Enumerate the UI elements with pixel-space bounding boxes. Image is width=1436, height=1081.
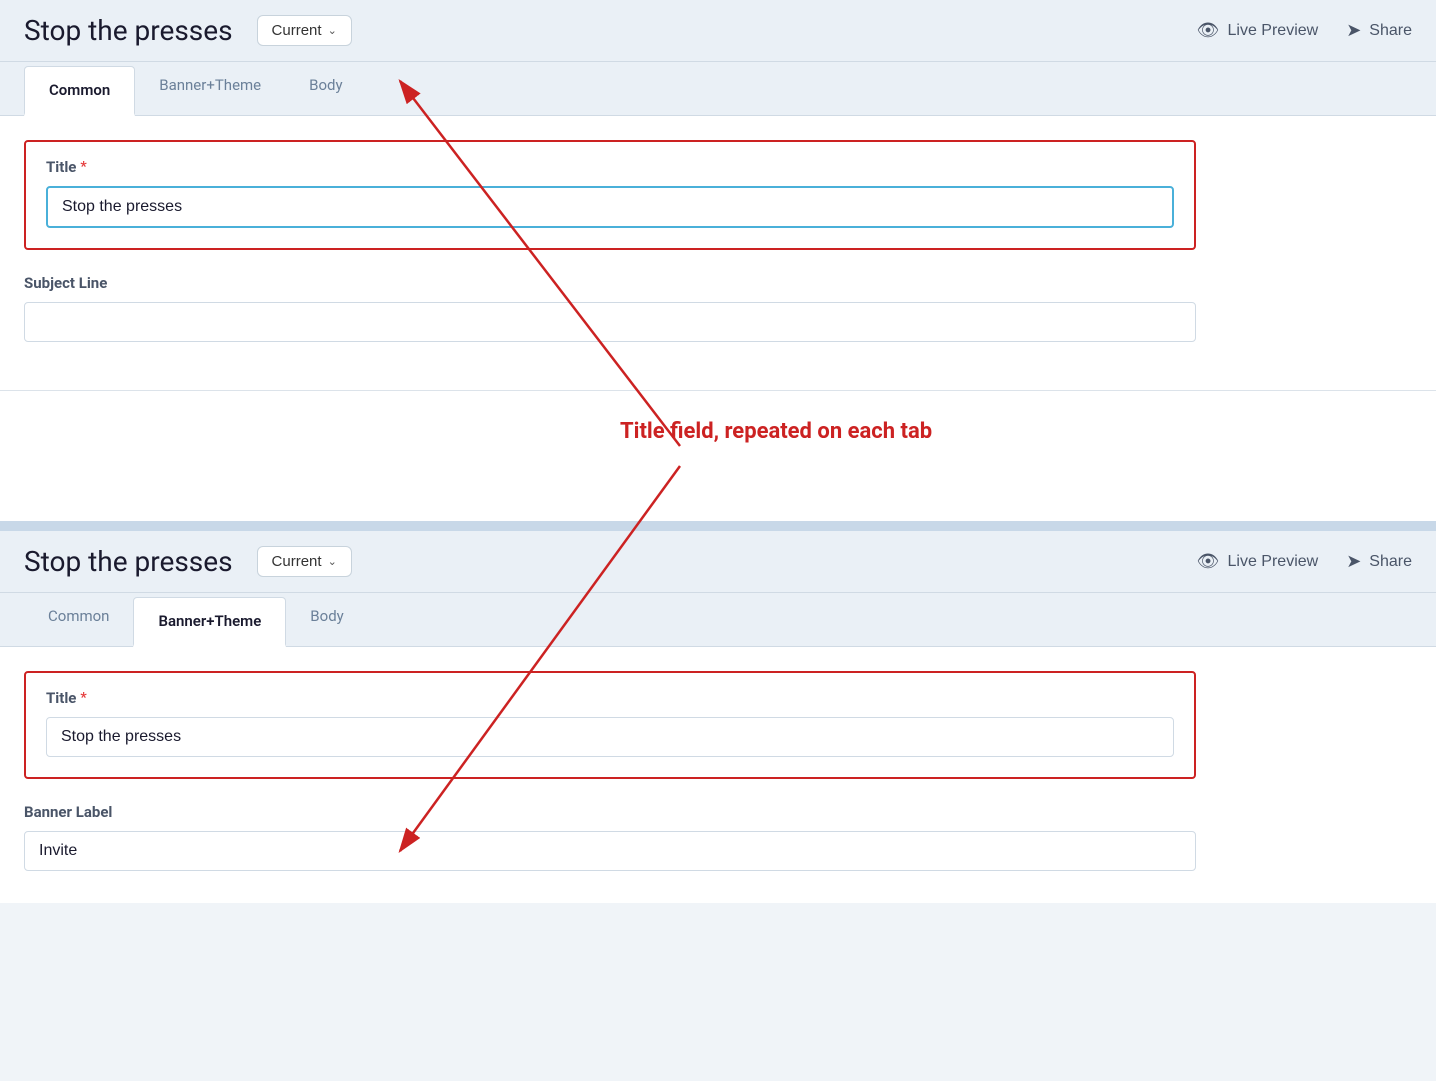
- banner-label-section: Banner Label: [24, 803, 1196, 871]
- title-input-bottom[interactable]: [46, 717, 1174, 757]
- title-section-top: Title *: [24, 140, 1196, 250]
- bottom-panel: Stop the presses Current ⌄ 👁 Live Previe…: [0, 527, 1436, 903]
- tabs-bar-top: Common Banner+Theme Body: [0, 62, 1436, 116]
- top-panel-body: Title * Subject Line: [0, 116, 1220, 390]
- tab-body-bottom[interactable]: Body: [286, 593, 367, 647]
- share-button-top[interactable]: ➤ Share: [1346, 20, 1412, 41]
- share-label-bottom: Share: [1369, 553, 1412, 571]
- tab-common-bottom[interactable]: Common: [24, 593, 133, 647]
- live-preview-label-bottom: Live Preview: [1228, 553, 1319, 571]
- tabs-bar-bottom: Common Banner+Theme Body: [0, 593, 1436, 647]
- bottom-page-title: Stop the presses: [24, 545, 233, 578]
- tab-banner-theme-bottom[interactable]: Banner+Theme: [133, 597, 286, 647]
- share-label-top: Share: [1369, 22, 1412, 40]
- chevron-down-icon-bottom: ⌄: [328, 555, 337, 568]
- annotation-area: Title field, repeated on each tab: [0, 391, 1436, 521]
- tab-common-top[interactable]: Common: [24, 66, 135, 116]
- subject-line-input-top[interactable]: [24, 302, 1196, 342]
- live-preview-button-top[interactable]: 👁 Live Preview: [1197, 20, 1319, 41]
- page-title: Stop the presses: [24, 14, 233, 47]
- version-dropdown-top[interactable]: Current ⌄: [257, 15, 352, 46]
- chevron-down-icon: ⌄: [328, 24, 337, 37]
- title-label-bottom: Title *: [46, 689, 1174, 707]
- tab-banner-theme-top[interactable]: Banner+Theme: [135, 62, 285, 116]
- live-preview-button-bottom[interactable]: 👁 Live Preview: [1197, 551, 1319, 572]
- share-button-bottom[interactable]: ➤ Share: [1346, 551, 1412, 572]
- subject-line-section-top: Subject Line: [24, 274, 1196, 342]
- banner-label-label: Banner Label: [24, 803, 1196, 821]
- share-icon: ➤: [1346, 20, 1361, 41]
- bottom-panel-body: Title * Banner Label: [0, 647, 1220, 903]
- banner-label-input[interactable]: [24, 831, 1196, 871]
- subject-line-label-top: Subject Line: [24, 274, 1196, 292]
- eye-icon-bottom: 👁: [1197, 551, 1220, 572]
- tab-body-top[interactable]: Body: [285, 62, 366, 116]
- version-label-top: Current: [272, 22, 322, 39]
- top-panel: Stop the presses Current ⌄ 👁 Live Previe…: [0, 0, 1436, 391]
- top-panel-header: Stop the presses Current ⌄ 👁 Live Previe…: [0, 0, 1436, 62]
- share-icon-bottom: ➤: [1346, 551, 1361, 572]
- header-actions-bottom: 👁 Live Preview ➤ Share: [1197, 551, 1412, 572]
- title-label-top: Title *: [46, 158, 1174, 176]
- required-star-top: *: [80, 159, 86, 175]
- live-preview-label-top: Live Preview: [1228, 22, 1319, 40]
- header-actions-top: 👁 Live Preview ➤ Share: [1197, 20, 1412, 41]
- version-dropdown-bottom[interactable]: Current ⌄: [257, 546, 352, 577]
- bottom-panel-header: Stop the presses Current ⌄ 👁 Live Previe…: [0, 527, 1436, 593]
- annotation-arrow-svg: [0, 391, 1436, 521]
- title-input-top[interactable]: [46, 186, 1174, 228]
- required-star-bottom: *: [80, 690, 86, 706]
- version-label-bottom: Current: [272, 553, 322, 570]
- title-section-bottom: Title *: [24, 671, 1196, 779]
- eye-icon: 👁: [1197, 20, 1220, 41]
- annotation-label: Title field, repeated on each tab: [620, 419, 932, 444]
